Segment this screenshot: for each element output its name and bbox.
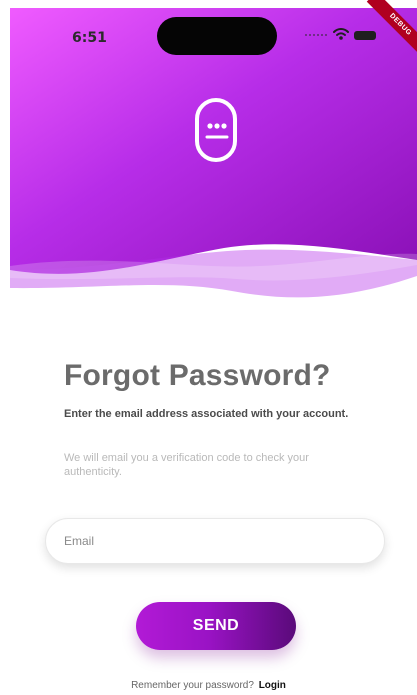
send-button[interactable]: SEND [136, 602, 296, 650]
login-link[interactable]: Login [259, 680, 286, 691]
status-time: 6:51 [72, 30, 107, 46]
app-screen: 6:51 DEBUG Forgot Password? Enter the em… [0, 0, 417, 695]
page-title: Forgot Password? [64, 359, 331, 392]
dynamic-island [157, 17, 277, 55]
login-prompt-text: Remember your password? [131, 680, 254, 691]
robot-face-icon [195, 98, 237, 162]
email-field[interactable] [45, 518, 385, 564]
battery-icon [354, 31, 376, 40]
login-prompt: Remember your password? Login [0, 680, 417, 692]
page-subtitle: Enter the email address associated with … [64, 408, 349, 420]
signal-icon [305, 34, 327, 40]
helper-text: We will email you a verification code to… [64, 452, 309, 478]
wifi-icon [333, 28, 349, 40]
